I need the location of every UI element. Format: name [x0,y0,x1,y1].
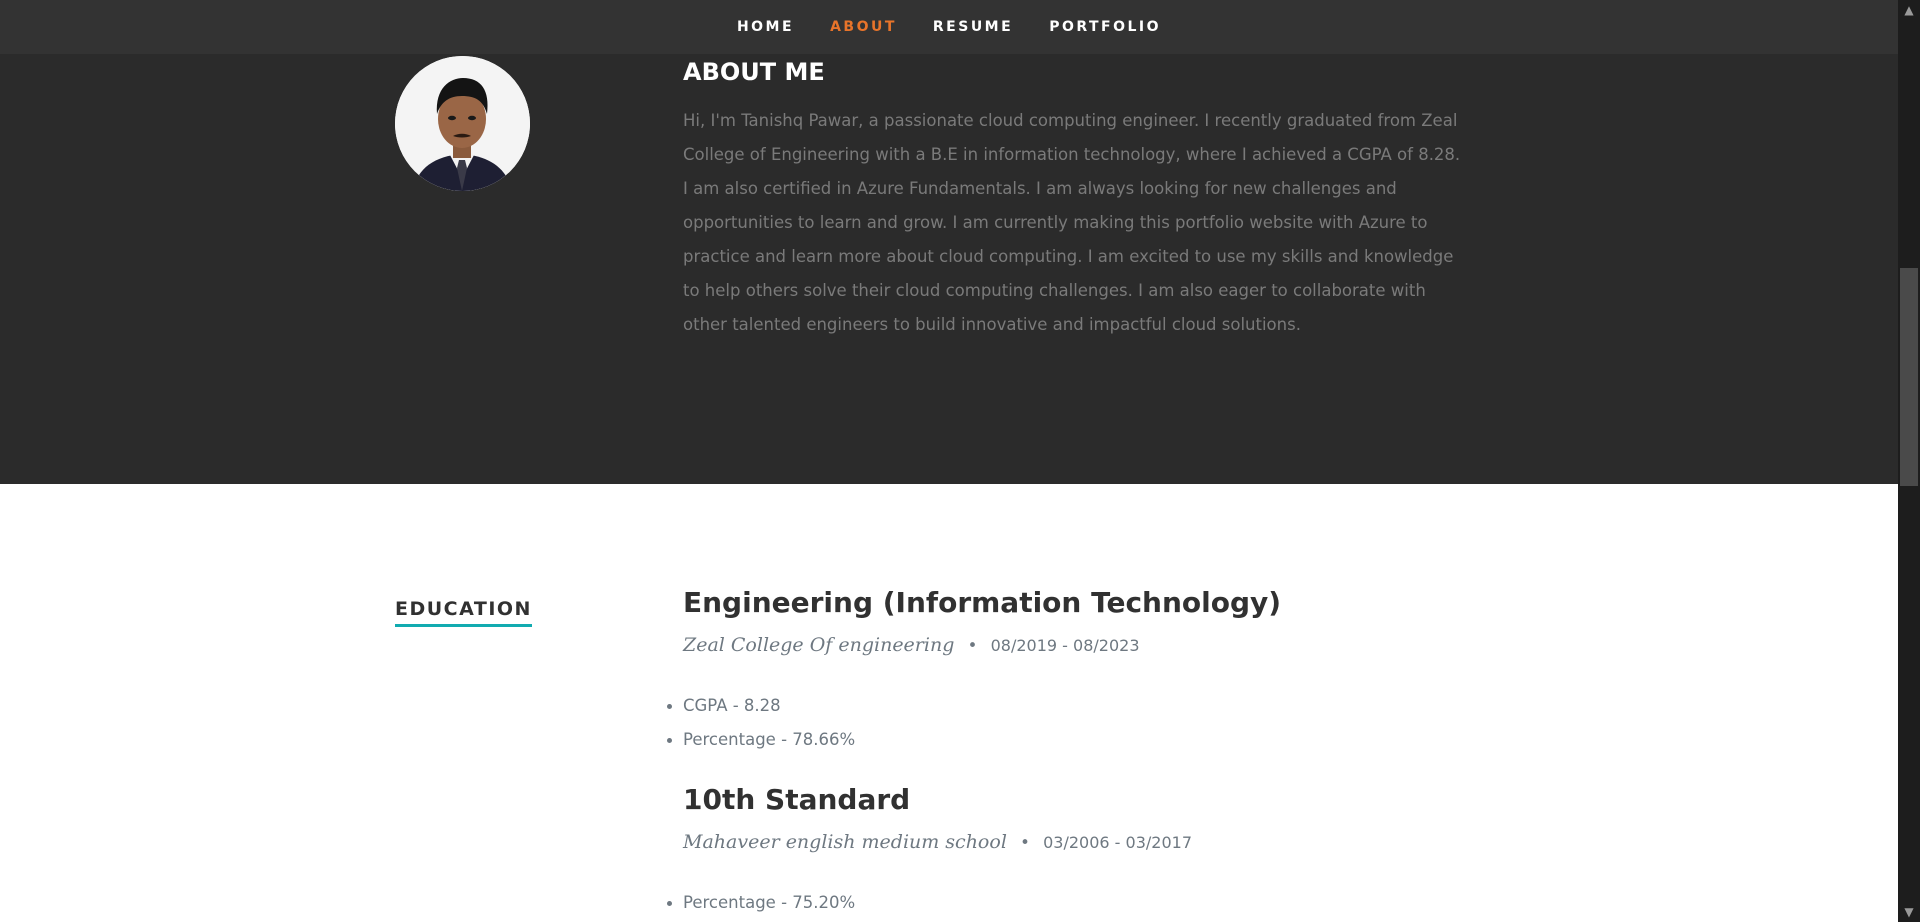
school-name: Zeal College Of engineering [683,634,955,656]
degree-title: Engineering (Information Technology) [683,586,1282,619]
education-details-list: Percentage - 75.20% [666,886,855,920]
school-info: Mahaveer english medium school • 03/2006… [683,831,1192,853]
top-navigation: HOME ABOUT RESUME PORTFOLIO [0,0,1898,54]
school-dates: 08/2019 - 08/2023 [990,636,1140,655]
about-title: ABOUT ME [683,58,825,86]
school-dates: 03/2006 - 03/2017 [1043,833,1193,852]
nav-item-home[interactable]: HOME [719,19,812,35]
page: ABOUT ME Hi, I'm Tanishq Pawar, a passio… [0,0,1920,922]
profile-photo [395,56,530,191]
list-item: Percentage - 78.66% [666,723,855,757]
scroll-down-arrow-icon[interactable]: ▼ [1898,904,1920,920]
school-name: Mahaveer english medium school [683,831,1007,853]
nav-item-portfolio[interactable]: PORTFOLIO [1031,19,1179,35]
education-heading: EDUCATION [395,598,532,627]
nav-item-about[interactable]: ABOUT [812,19,915,35]
profile-photo-illustration [395,56,530,191]
list-item: Percentage - 75.20% [666,886,855,920]
vertical-scrollbar[interactable]: ▲ ▼ [1898,0,1920,922]
scroll-up-arrow-icon[interactable]: ▲ [1898,2,1920,18]
list-item: CGPA - 8.28 [666,689,855,723]
about-section: ABOUT ME Hi, I'm Tanishq Pawar, a passio… [0,0,1898,484]
nav-item-resume[interactable]: RESUME [915,19,1031,35]
education-details-list: CGPA - 8.28 Percentage - 78.66% [666,689,855,757]
degree-title: 10th Standard [683,783,911,816]
separator: • [967,636,978,655]
school-info: Zeal College Of engineering • 08/2019 - … [683,634,1140,656]
about-description: Hi, I'm Tanishq Pawar, a passionate clou… [683,111,1461,334]
separator: • [1020,833,1030,852]
page-content: ABOUT ME Hi, I'm Tanishq Pawar, a passio… [0,0,1898,922]
scrollbar-thumb[interactable] [1900,268,1918,486]
